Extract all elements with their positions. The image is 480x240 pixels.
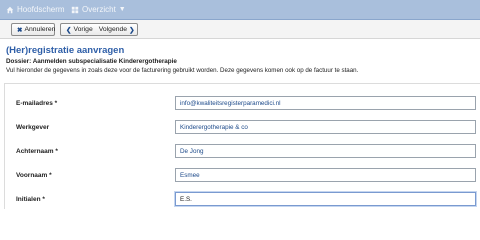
intro-text: Vul hieronder de gegevens in zoals deze … bbox=[6, 67, 359, 74]
chevron-down-icon: ▼ bbox=[118, 6, 126, 13]
nav-home[interactable]: Hoofdscherm bbox=[6, 0, 65, 19]
last-name-field[interactable] bbox=[175, 144, 476, 158]
employer-field[interactable] bbox=[175, 120, 476, 134]
form-row-last-name: Achternaam * bbox=[5, 137, 480, 161]
first-name-field[interactable] bbox=[175, 168, 476, 182]
cancel-button-label: Annuleren bbox=[24, 26, 56, 33]
previous-button[interactable]: Vorige bbox=[73, 26, 92, 33]
nav-overview-label: Overzicht bbox=[82, 5, 116, 14]
chevron-left-icon[interactable]: ❮ bbox=[66, 26, 71, 34]
initials-field[interactable] bbox=[175, 192, 476, 206]
cancel-button[interactable]: ✖ Annuleren bbox=[11, 23, 55, 36]
form-row-first-name: Voornaam * bbox=[5, 161, 480, 185]
home-icon bbox=[6, 6, 14, 13]
chevron-right-icon[interactable]: ❯ bbox=[129, 26, 134, 34]
nav-overview-dropdown[interactable]: Overzicht ▼ bbox=[71, 0, 126, 19]
form-row-initials: Initialen * bbox=[5, 185, 480, 209]
nav-home-label: Hoofdscherm bbox=[17, 5, 65, 14]
dossier-subtitle: Dossier: Aanmelden subspecialisatie Kind… bbox=[6, 58, 177, 65]
form-row-employer: Werkgever bbox=[5, 113, 480, 137]
employer-label: Werkgever bbox=[16, 124, 50, 131]
email-label: E-mailadres * bbox=[16, 100, 58, 107]
next-button[interactable]: Volgende bbox=[99, 26, 127, 33]
close-icon: ✖ bbox=[17, 26, 23, 34]
prev-next-button-group: ❮ Vorige Volgende ❯ bbox=[60, 23, 138, 36]
first-name-label: Voornaam * bbox=[16, 172, 52, 179]
last-name-label: Achternaam * bbox=[16, 148, 58, 155]
top-navigation-bar: Hoofdscherm Overzicht ▼ bbox=[0, 0, 480, 19]
form-row-email: E-mailadres * bbox=[5, 89, 480, 113]
billing-form: E-mailadres * Werkgever Achternaam * Voo… bbox=[4, 83, 480, 209]
page-title: (Her)registratie aanvragen bbox=[6, 45, 125, 56]
toolbar: ✖ Annuleren ❮ Vorige Volgende ❯ bbox=[0, 20, 480, 39]
email-field[interactable] bbox=[175, 96, 476, 110]
grid-icon bbox=[71, 6, 79, 13]
initials-label: Initialen * bbox=[16, 196, 45, 203]
